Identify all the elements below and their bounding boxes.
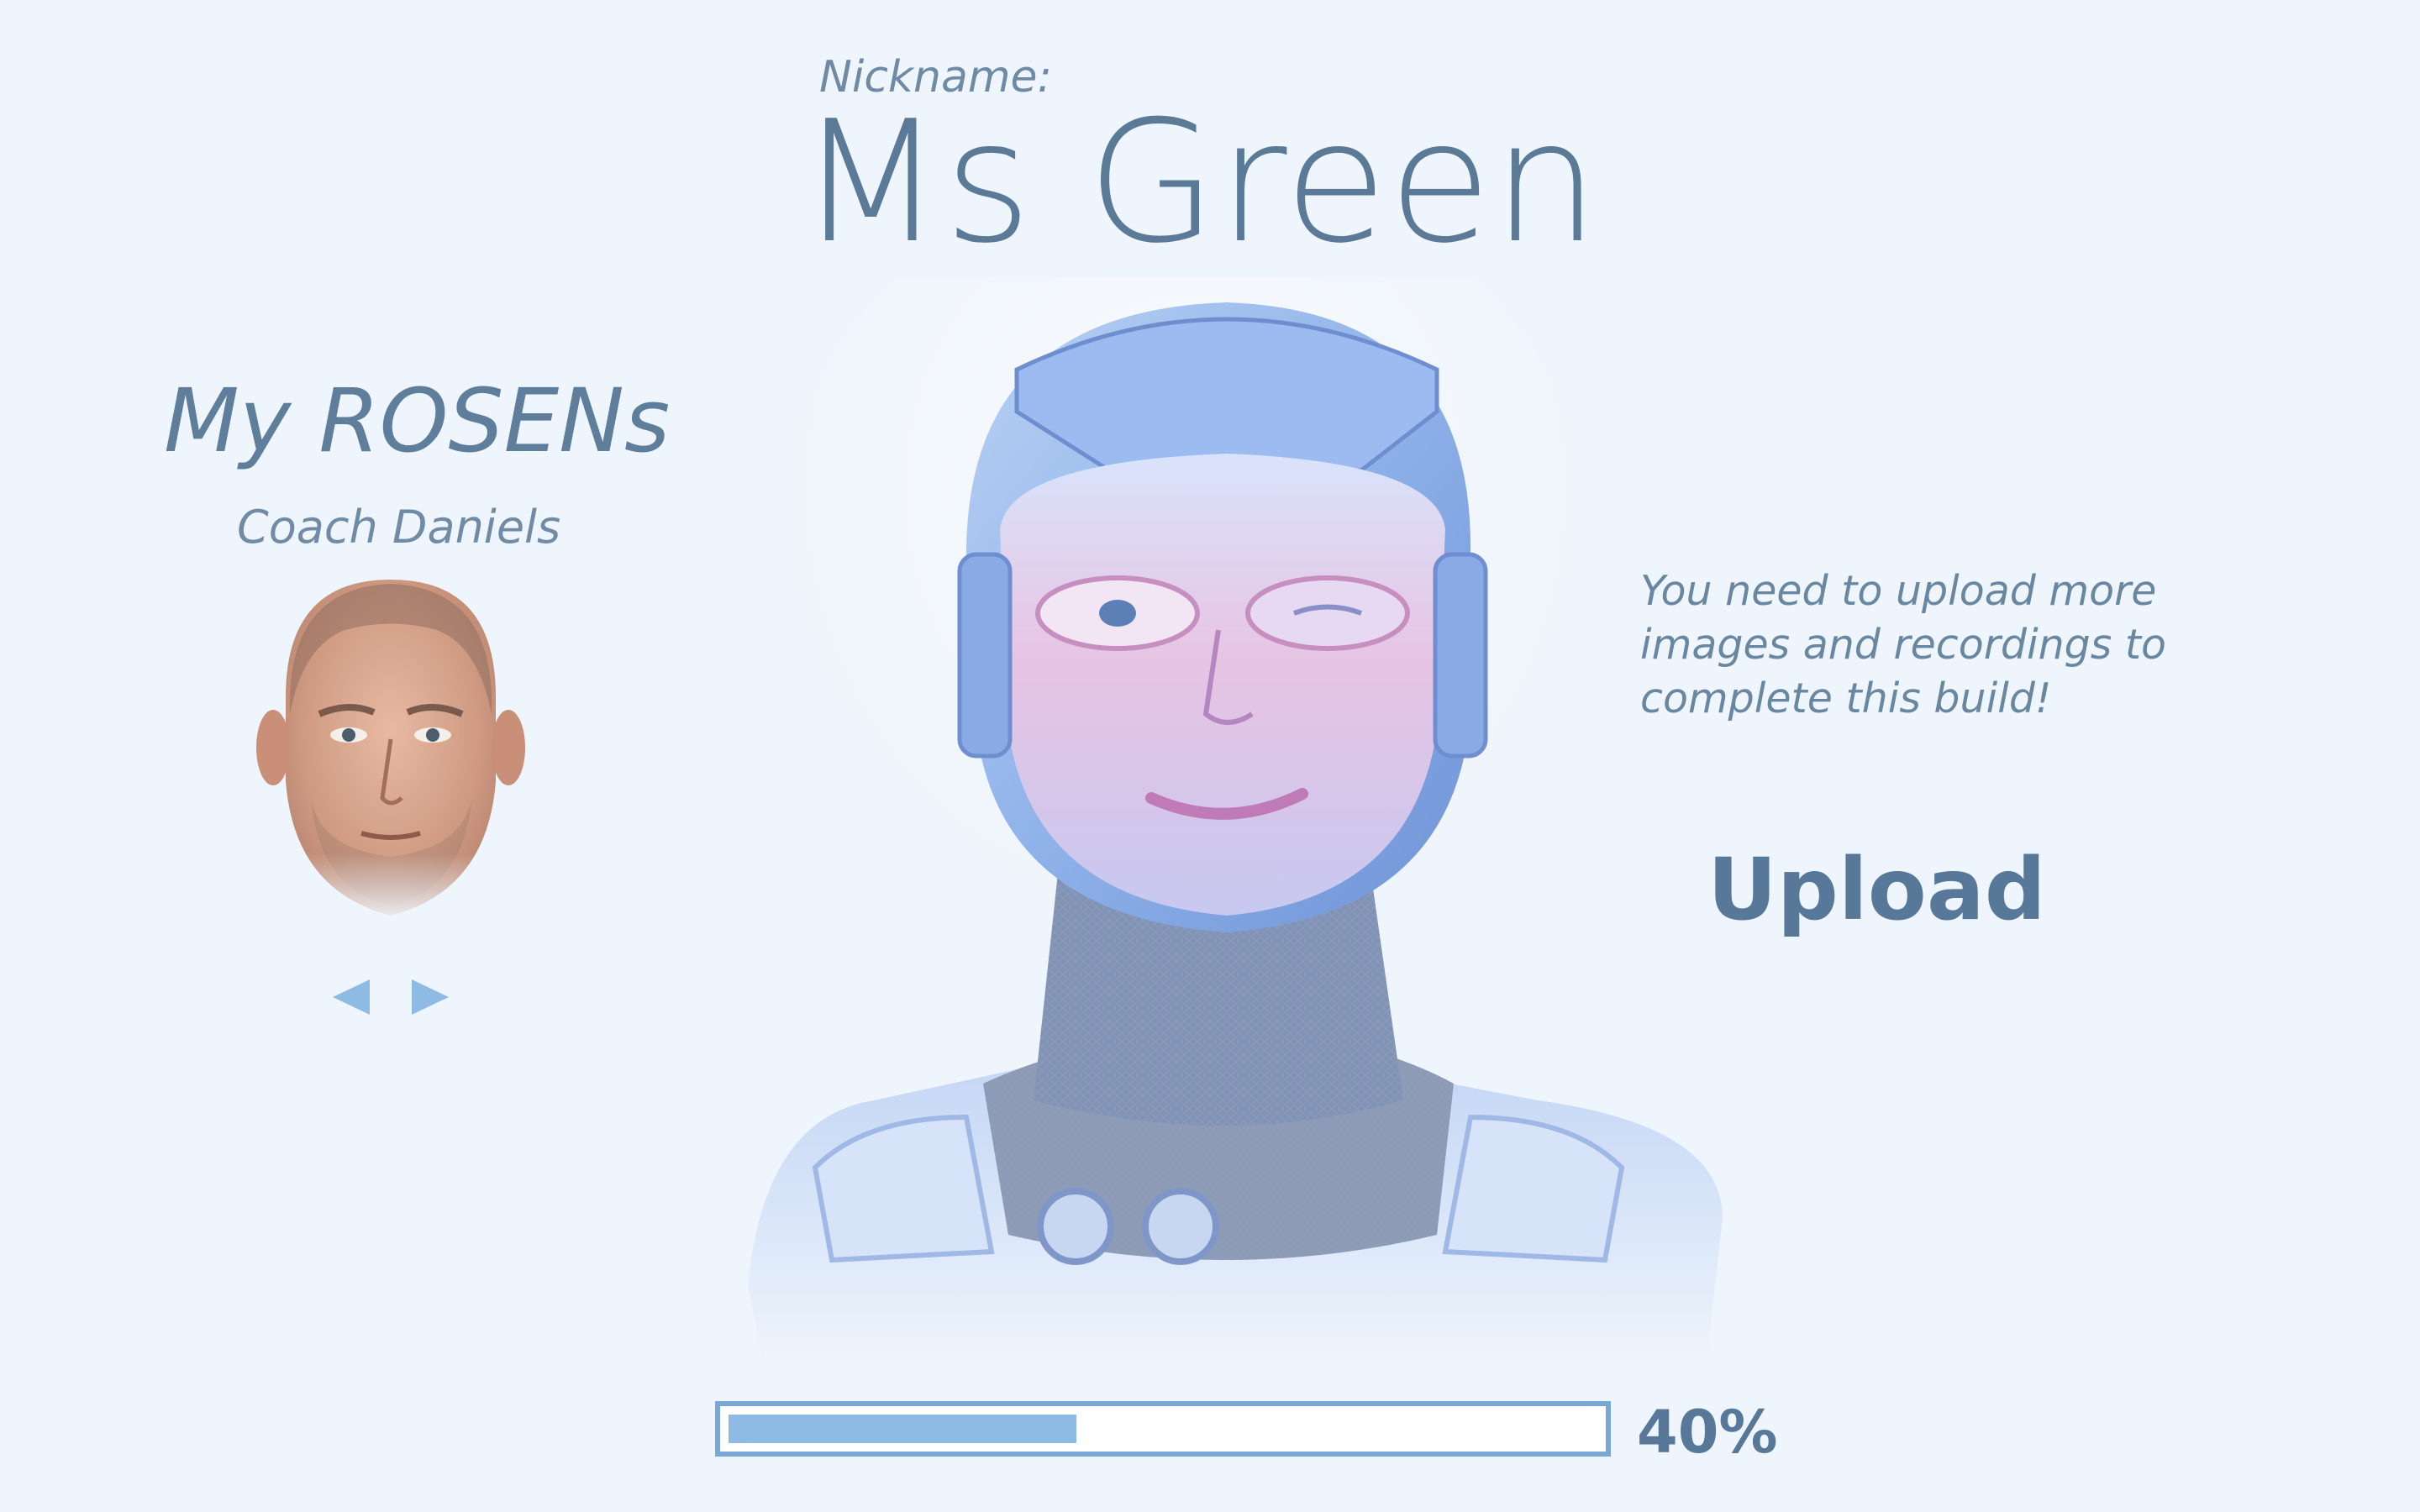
rosen-name: Coach Daniels [237, 501, 561, 554]
prev-arrow-icon[interactable] [329, 976, 373, 1018]
rosen-avatar[interactable] [252, 571, 529, 924]
robot-preview-image [748, 277, 1723, 1369]
build-progress-bar [715, 1401, 1611, 1457]
my-rosens-title: My ROSENs [164, 370, 671, 472]
build-progress-fill [729, 1415, 1076, 1443]
build-progress-label: 40% [1637, 1398, 1778, 1467]
build-status-message: You need to upload more images and recor… [1640, 567, 2167, 722]
nickname-value: Ms Green [798, 85, 1600, 281]
upload-button[interactable]: Upload [1707, 840, 2046, 940]
next-arrow-icon[interactable] [408, 976, 452, 1018]
